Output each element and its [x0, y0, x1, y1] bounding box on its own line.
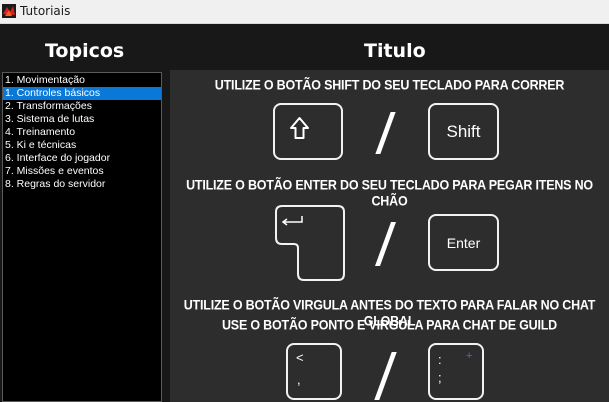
- tutorial-content-panel: UTILIZE O BOTÃO SHIFT DO SEU TECLADO PAR…: [170, 70, 609, 402]
- semicolon-key: : ; +: [428, 343, 484, 400]
- topic-list[interactable]: 1. Movimentação 1. Controles básicos 2. …: [2, 72, 162, 402]
- shift-arrow-icon: [290, 117, 309, 139]
- shift-key-label: Shift: [446, 122, 481, 141]
- enter-key-shape: [275, 205, 345, 281]
- topic-item-transformacoes[interactable]: 2. Transformações: [3, 100, 161, 113]
- topic-item-interface-do-jogador[interactable]: 6. Interface do jogador: [3, 152, 161, 165]
- semicolon-key-top: :: [438, 352, 442, 367]
- topic-item-movimentacao[interactable]: 1. Movimentação: [3, 74, 161, 87]
- enter-key: Enter: [428, 214, 499, 271]
- content-heading: Titulo: [364, 40, 426, 62]
- separator-slash: [375, 112, 396, 154]
- instruction-semicolon: USE O BOTÃO PONTO E VIRGULA PARA CHAT DE…: [221, 317, 558, 333]
- topic-item-regras-do-servidor[interactable]: 8. Regras do servidor: [3, 178, 161, 191]
- instruction-enter: UTILIZE O BOTÃO ENTER DO SEU TECLADO PAR…: [186, 177, 593, 209]
- topics-heading: Topicos: [45, 40, 125, 62]
- arrow-key: [273, 103, 343, 160]
- comma-key-top: <: [296, 350, 304, 365]
- app-logo-icon: [2, 4, 16, 18]
- plus-mark: +: [466, 350, 473, 362]
- topic-item-missoes-e-eventos[interactable]: 7. Missões e eventos: [3, 165, 161, 178]
- instruction-shift: UTILIZE O BOTÃO SHIFT DO SEU TECLADO PAR…: [214, 77, 565, 93]
- semicolon-key-bottom: ;: [438, 370, 442, 385]
- topic-item-sistema-de-lutas[interactable]: 3. Sistema de lutas: [3, 113, 161, 126]
- topic-item-ki-e-tecnicas[interactable]: 5. Ki e técnicas: [3, 139, 161, 152]
- shift-key: Shift: [428, 103, 499, 160]
- title-bar: Tutoriais: [0, 0, 609, 24]
- separator-slash: [374, 352, 397, 400]
- comma-key-bottom: ,: [297, 372, 301, 387]
- window-title: Tutoriais: [20, 4, 71, 18]
- topic-item-treinamento[interactable]: 4. Treinamento: [3, 126, 161, 139]
- tutorial-window-body: Topicos Titulo 1. Movimentação 1. Contro…: [0, 24, 609, 402]
- comma-key: < ,: [286, 343, 342, 400]
- separator-slash: [374, 222, 397, 266]
- enter-key-label: Enter: [446, 235, 481, 251]
- topic-item-controles-basicos[interactable]: 1. Controles básicos: [3, 87, 161, 100]
